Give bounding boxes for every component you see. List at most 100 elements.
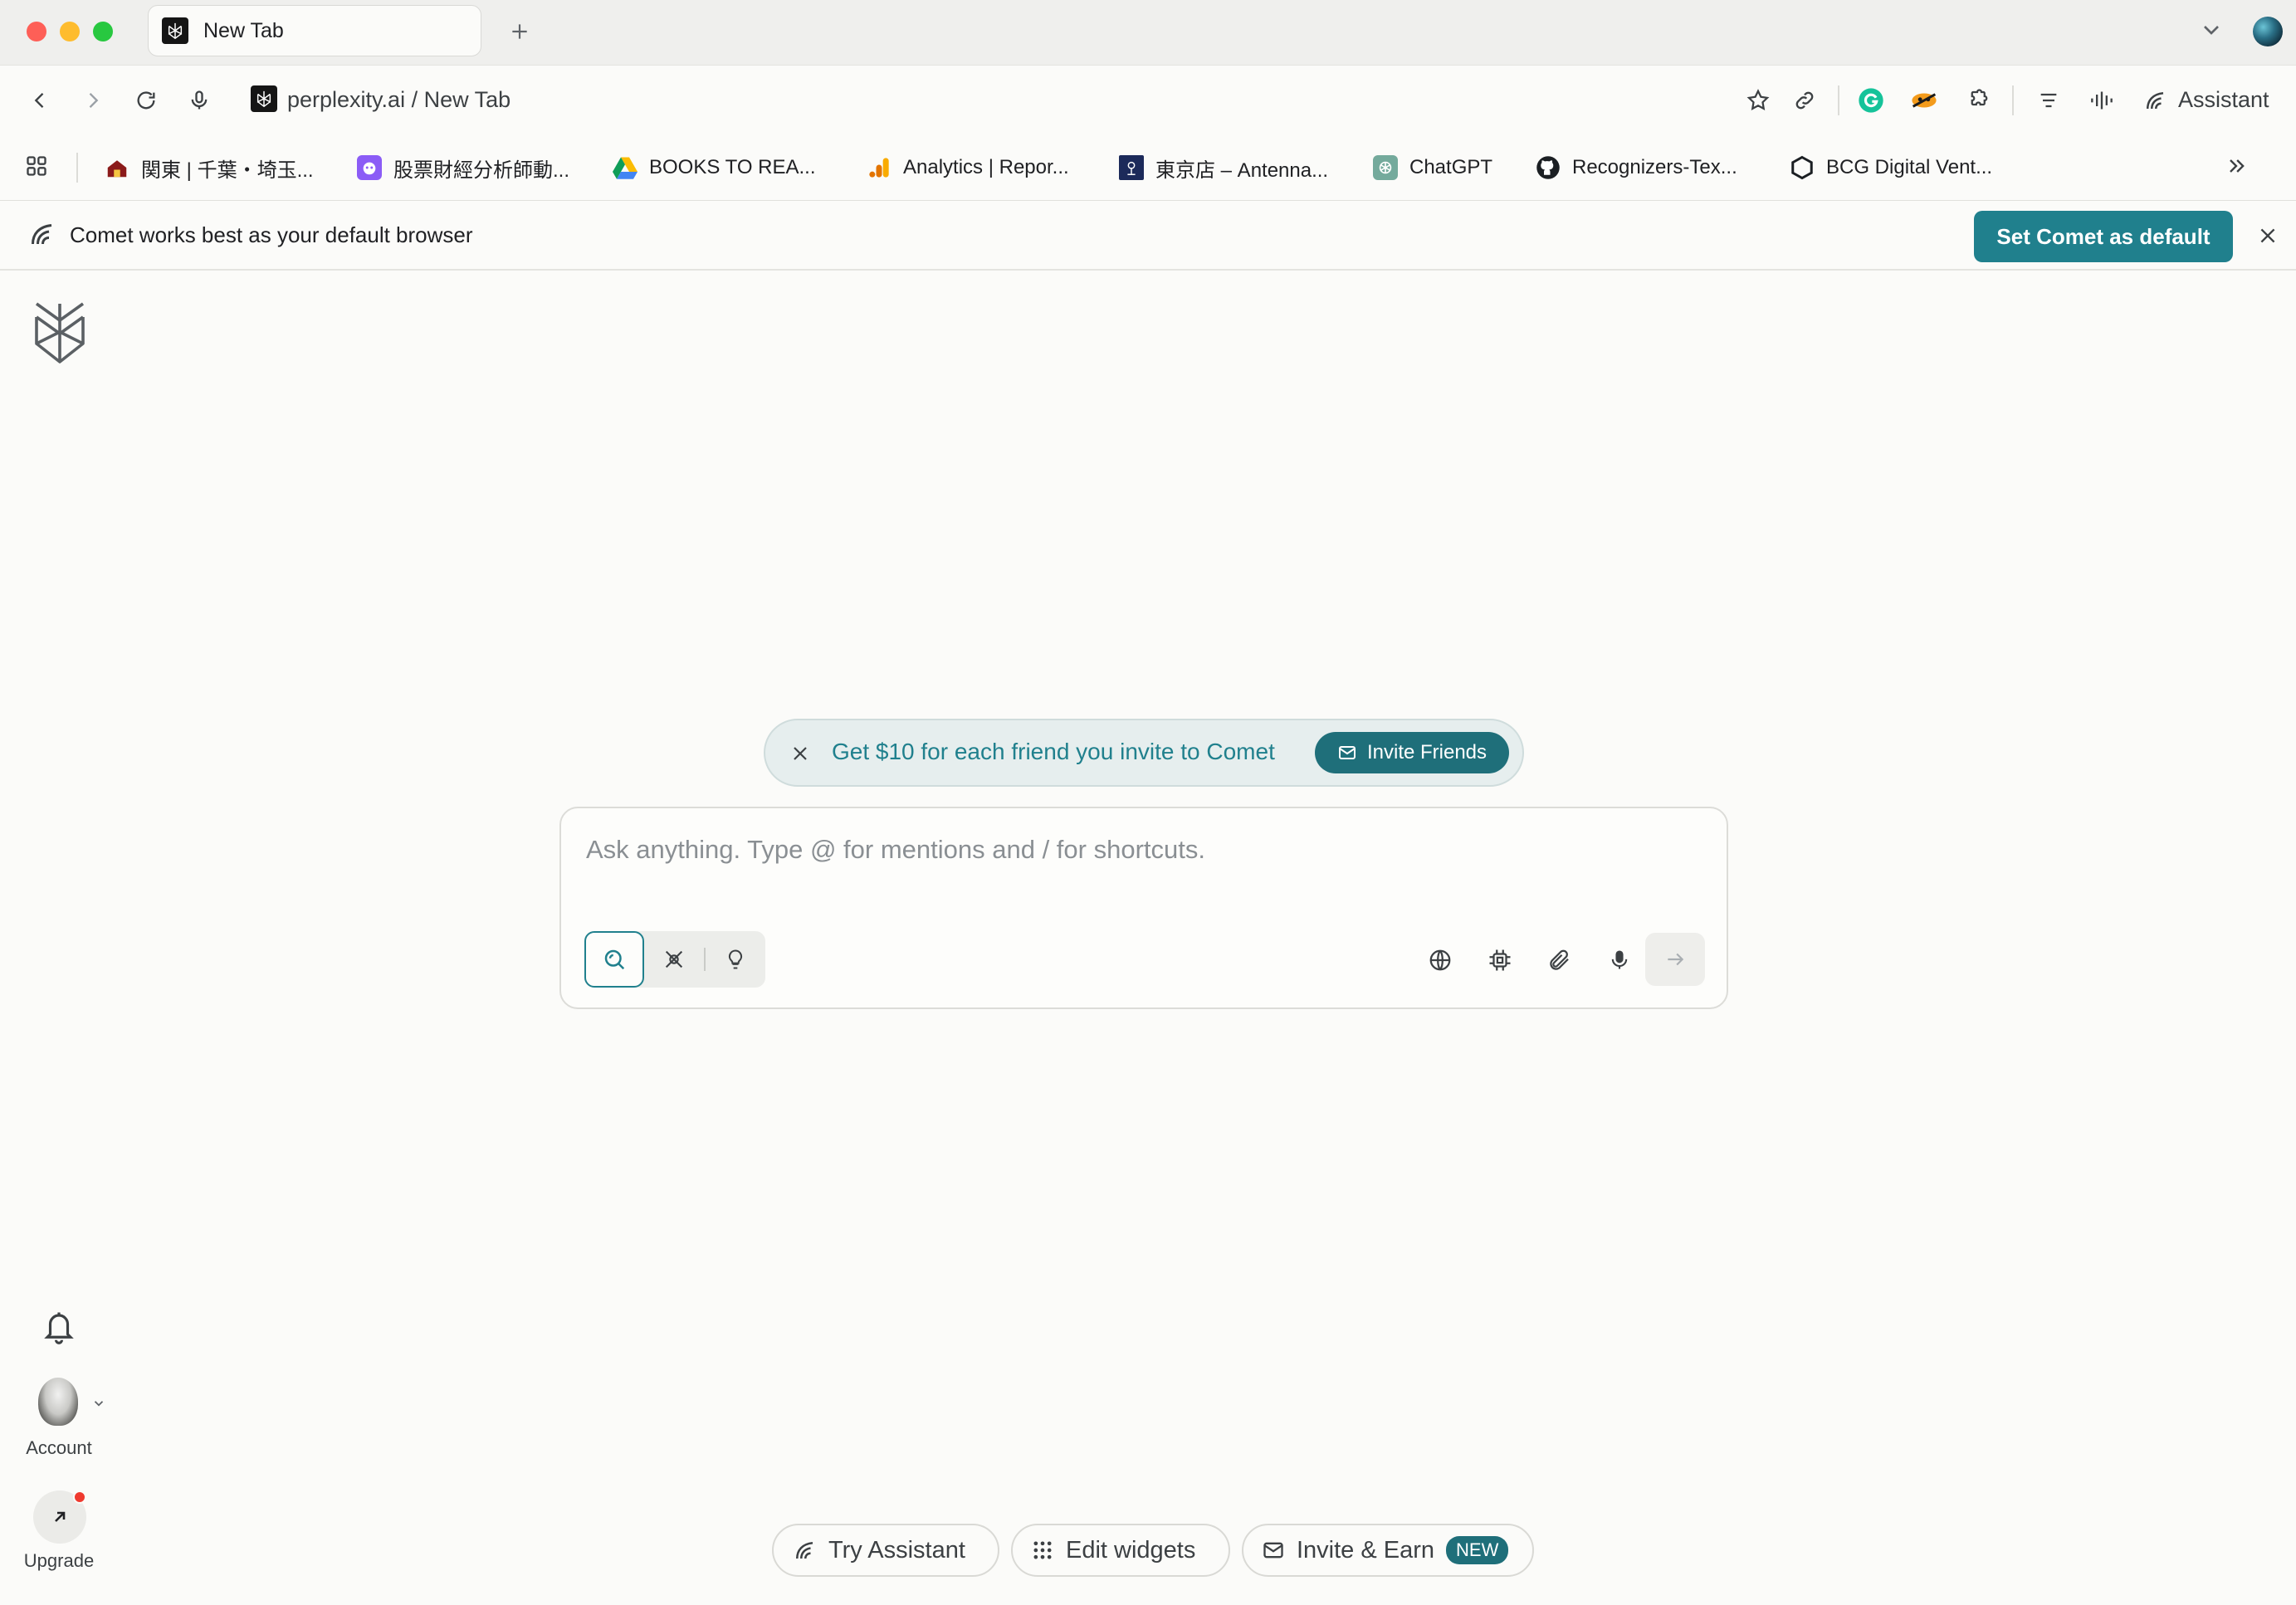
- new-badge: NEW: [1446, 1536, 1509, 1564]
- search-input[interactable]: [584, 827, 1697, 873]
- bookmark-item[interactable]: BOOKS TO REA...: [613, 151, 816, 184]
- sidebar-list-button[interactable]: [2030, 82, 2067, 119]
- extensions-menu-button[interactable]: [1959, 82, 1996, 119]
- search-icon: [604, 949, 625, 970]
- labs-mode-button[interactable]: [706, 931, 765, 988]
- bookmark-item[interactable]: BCG Digital Vent...: [1790, 151, 1992, 184]
- chip-icon: [1489, 949, 1511, 971]
- model-select-button[interactable]: [1479, 939, 1521, 981]
- puzzle-icon: [1971, 89, 1988, 106]
- toolbar-divider: [1838, 85, 1839, 115]
- comet-icon: [27, 219, 56, 249]
- bookmark-item[interactable]: 東京店 – Antenna...: [1119, 151, 1328, 184]
- link-icon: [1795, 91, 1814, 110]
- plus-icon: [512, 24, 527, 39]
- search-mode-toggle: [584, 931, 765, 988]
- profile-globe-icon[interactable]: [2253, 17, 2283, 46]
- chevron-left-icon: [34, 93, 44, 108]
- new-tab-button[interactable]: [503, 15, 536, 48]
- grammarly-icon: [1859, 88, 1883, 113]
- edit-widgets-button[interactable]: Edit widgets: [1011, 1524, 1230, 1577]
- browser-toolbar: perplexity.ai / New Tab Assistant: [0, 65, 2296, 134]
- copy-link-button[interactable]: [1786, 82, 1823, 119]
- google-drive-icon: [613, 155, 638, 180]
- bookmark-item[interactable]: Analytics | Repor...: [867, 151, 1069, 184]
- close-icon: [794, 747, 807, 760]
- comet-icon: [2147, 92, 2164, 110]
- banner-message: Comet works best as your default browser: [70, 222, 473, 247]
- more-bookmarks-button[interactable]: [2225, 154, 2248, 178]
- antenna-logo-icon: [1119, 155, 1144, 180]
- bot-face-icon: [357, 155, 382, 180]
- perplexity-logo-icon[interactable]: [32, 302, 88, 363]
- grammarly-extension-button[interactable]: [1853, 82, 1889, 119]
- set-default-button[interactable]: Set Comet as default: [1974, 211, 2233, 262]
- bookmarks-divider: [76, 153, 78, 183]
- window-minimize-button[interactable]: [60, 22, 80, 41]
- house-icon: [105, 155, 129, 180]
- mail-icon: [1263, 1542, 1283, 1559]
- assistant-button[interactable]: Assistant: [2178, 87, 2269, 113]
- invite-dismiss-button[interactable]: [784, 737, 817, 770]
- forward-button[interactable]: [75, 82, 111, 119]
- default-browser-banner: Comet works best as your default browser…: [0, 201, 2296, 271]
- notifications-button[interactable]: [42, 1308, 76, 1346]
- upgrade-label[interactable]: Upgrade: [0, 1550, 118, 1572]
- chatgpt-icon: [1373, 155, 1398, 180]
- bookmark-item[interactable]: 関東 | 千葉・埼玉...: [105, 151, 314, 184]
- site-favicon-icon: [251, 85, 277, 112]
- back-button[interactable]: [22, 82, 58, 119]
- microphone-icon: [191, 90, 208, 110]
- try-assistant-button[interactable]: Try Assistant: [772, 1524, 999, 1577]
- chevron-right-icon: [89, 93, 99, 108]
- research-mode-button[interactable]: [644, 931, 704, 988]
- bookmark-item[interactable]: Recognizers-Tex...: [1536, 151, 1737, 184]
- address-bar[interactable]: perplexity.ai / New Tab: [287, 87, 510, 113]
- banner-close-button[interactable]: [2251, 219, 2284, 252]
- apps-grid-icon: [27, 156, 46, 176]
- search-mode-button[interactable]: [584, 931, 644, 988]
- tab-title: New Tab: [203, 18, 284, 42]
- tab-search-button[interactable]: [2198, 17, 2225, 43]
- window-zoom-button[interactable]: [93, 22, 113, 41]
- github-icon: [1536, 155, 1561, 180]
- assistant-button-icon-wrap[interactable]: [2137, 82, 2173, 119]
- research-icon: [665, 950, 683, 968]
- tab-strip: New Tab: [0, 0, 2296, 65]
- tab-new-tab[interactable]: New Tab: [148, 5, 481, 56]
- microphone-icon: [1611, 950, 1628, 969]
- bookmark-item[interactable]: ChatGPT: [1373, 151, 1492, 184]
- hexagon-icon: [1790, 155, 1815, 180]
- bookmark-star-button[interactable]: [1740, 82, 1776, 119]
- toolbar-divider: [2012, 85, 2014, 115]
- star-icon: [1746, 89, 1770, 110]
- globe-icon: [1429, 949, 1451, 971]
- apps-button[interactable]: [25, 154, 48, 178]
- chevron-down-icon: [2204, 26, 2219, 35]
- arrow-right-icon: [1668, 953, 1684, 966]
- extension-button[interactable]: [1906, 82, 1942, 119]
- search-box: [559, 807, 1728, 1009]
- window-close-button[interactable]: [27, 22, 46, 41]
- invite-earn-button[interactable]: Invite & Earn NEW: [1242, 1524, 1534, 1577]
- account-chevron-icon[interactable]: [91, 1396, 106, 1411]
- extension-brand-icon: [1912, 93, 1937, 108]
- sources-button[interactable]: [1419, 939, 1461, 981]
- attach-button[interactable]: [1539, 939, 1580, 981]
- perplexity-favicon-icon: [162, 17, 188, 44]
- dictation-button[interactable]: [1599, 939, 1640, 981]
- bookmark-item[interactable]: 股票財經分析師動...: [357, 151, 569, 184]
- avatar[interactable]: [38, 1378, 78, 1426]
- close-icon: [2260, 228, 2275, 243]
- reload-button[interactable]: [128, 82, 164, 119]
- voice-mode-button[interactable]: [2083, 82, 2120, 119]
- paperclip-icon: [1550, 949, 1569, 970]
- notification-dot: [73, 1490, 86, 1504]
- list-icon: [2040, 93, 2057, 108]
- waveform-icon: [2091, 91, 2113, 110]
- invite-friends-button[interactable]: Invite Friends: [1315, 732, 1509, 773]
- account-label[interactable]: Account: [0, 1437, 118, 1459]
- analytics-icon: [867, 155, 892, 180]
- submit-button[interactable]: [1645, 933, 1705, 986]
- voice-search-button[interactable]: [181, 82, 217, 119]
